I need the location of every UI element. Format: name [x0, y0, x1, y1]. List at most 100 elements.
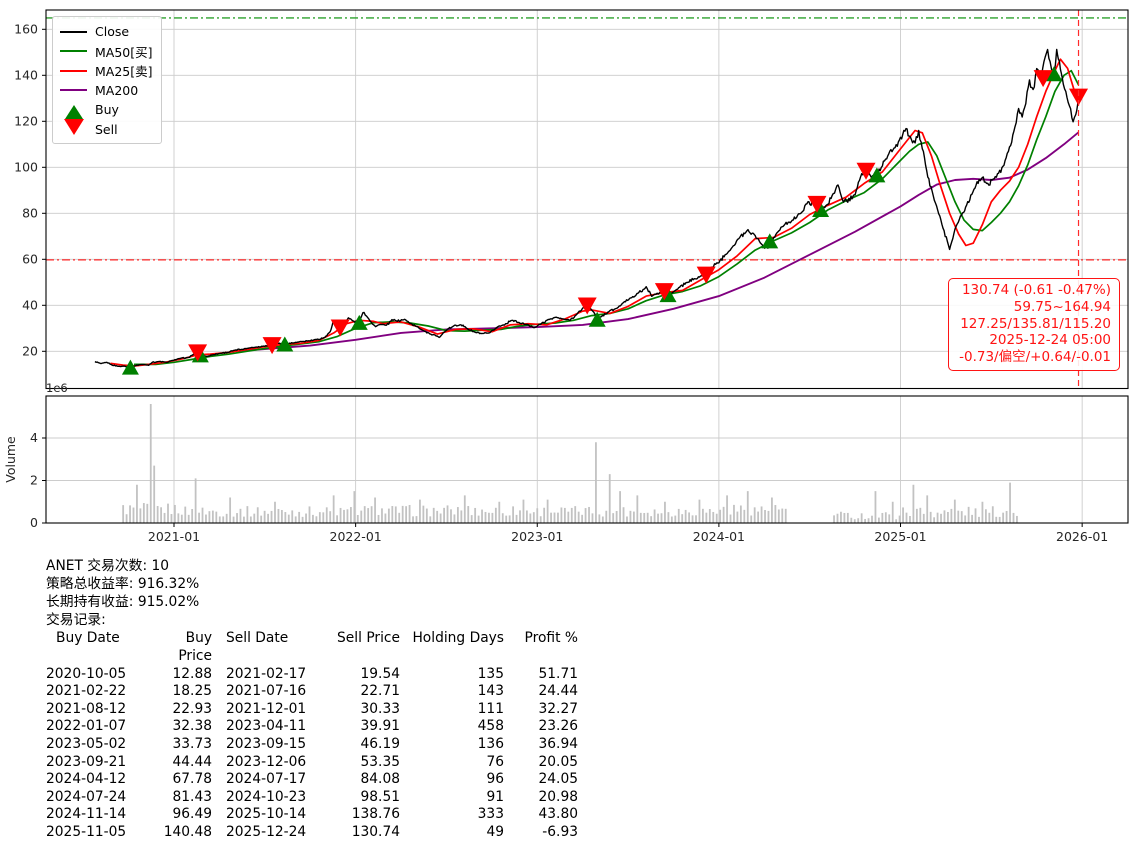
table-cell: 140.48 [163, 823, 212, 840]
table-cell: 30.33 [360, 700, 401, 717]
trade-table: Buy Date Buy Price Sell Date Sell Price Hold… [46, 630, 578, 841]
volume-bar [550, 512, 552, 523]
volume-bar [346, 509, 349, 523]
volume-bar [936, 512, 939, 523]
volume-bar [705, 512, 708, 523]
volume-bar [539, 516, 542, 523]
volume-bar [898, 515, 901, 523]
volume-bar [211, 510, 214, 523]
sell-triangle-icon [63, 119, 84, 136]
table-cell: 2025-12-24 [226, 823, 307, 840]
y-tick-label: 40 [22, 297, 38, 312]
volume-bar [953, 499, 956, 523]
table-cell: 18.25 [172, 683, 213, 700]
table-cell: 136 [477, 735, 504, 752]
volume-y-tick-label: 0 [30, 515, 38, 530]
volume-bar [125, 514, 128, 523]
volume-bar [632, 511, 635, 523]
volume-bar [184, 506, 187, 523]
volume-axis-title: Volume [3, 436, 18, 483]
volume-bar [695, 515, 697, 523]
table-cell: 98.51 [360, 788, 401, 805]
summary-line: 长期持有收益: 915.02% [46, 594, 200, 611]
volume-bar [456, 507, 459, 523]
table-cell: 49 [486, 823, 504, 840]
summary-lines: ANET 交易次数: 10 策略总收益率: 916.32% 长期持有收益: 915.… [46, 557, 578, 629]
table-cell: 135 [477, 665, 504, 682]
legend-item-ma50-: MA50[买] [60, 42, 153, 62]
volume-bar [363, 506, 366, 523]
volume-bar [881, 512, 884, 523]
volume-bar [163, 512, 166, 523]
volume-bar [488, 512, 490, 523]
volume-bar [874, 491, 877, 523]
annotation-line: 130.74 (-0.61 -0.47%) [961, 282, 1111, 298]
volume-bar [688, 512, 691, 523]
volume-bar [498, 501, 501, 523]
volume-bar [905, 512, 908, 523]
volume-bar [957, 510, 960, 523]
volume-bar [229, 497, 232, 523]
volume-bar [408, 504, 411, 523]
table-cell: 2021-02-22 [46, 683, 127, 700]
table-row: 2022-01-07 32.38 2023-04-11 39.91 458 23.26 [46, 718, 578, 736]
volume-bar [494, 507, 497, 523]
volume-bar [971, 514, 973, 523]
volume-bar [650, 516, 653, 523]
volume-bar [508, 515, 511, 523]
volume-bar [646, 512, 649, 523]
volume-bar [360, 510, 363, 523]
volume-bar [867, 518, 870, 523]
y-tick-label: 140 [14, 67, 38, 82]
volume-bar [201, 507, 204, 523]
volume-bar [370, 506, 373, 523]
volume-bar [477, 515, 480, 523]
volume-bar [850, 517, 853, 523]
volume-bar [667, 512, 670, 523]
volume-bar [225, 513, 228, 523]
table-cell: 2024-07-17 [226, 771, 307, 788]
legend-label: MA25[卖] [95, 64, 153, 80]
volume-bar [222, 516, 225, 523]
volume-bar [515, 514, 518, 523]
volume-bar [878, 517, 880, 523]
volume-bar [215, 511, 218, 523]
table-cell: 24.44 [538, 683, 579, 700]
volume-bar [512, 506, 515, 523]
volume-bar [312, 514, 314, 523]
volume-bar [218, 516, 221, 523]
volume-bar [277, 508, 280, 523]
volume-bar [398, 512, 401, 523]
table-cell: 2021-07-16 [226, 683, 307, 700]
volume-bar [960, 511, 963, 523]
legend-label: MA50[买] [95, 44, 153, 60]
table-cell: 2021-02-17 [226, 665, 307, 682]
volume-bar [726, 495, 728, 523]
volume-bar [253, 513, 256, 523]
summary-line: ANET 交易次数: 10 [46, 558, 170, 574]
trade-table-body: 2020-10-05 12.88 2021-02-17 19.54 135 51.71 20… [46, 666, 578, 842]
table-cell: 51.71 [538, 665, 579, 682]
y-tick-label: 20 [22, 343, 38, 358]
volume-bar [367, 508, 370, 523]
table-cell: 32.38 [172, 718, 213, 735]
legend-label: Sell [95, 121, 118, 137]
volume-bar [715, 513, 718, 523]
volume-bar [560, 507, 563, 523]
volume-bar [836, 513, 839, 523]
volume-bar [191, 509, 194, 523]
table-cell: 111 [477, 700, 504, 717]
table-cell: 2024-11-14 [46, 806, 127, 823]
volume-bar [384, 513, 387, 523]
volume-bar [712, 511, 715, 523]
volume-bar [308, 506, 311, 523]
summary-line: 交易记录: [46, 612, 106, 629]
volume-bar [843, 512, 846, 523]
table-row: 2021-08-12 22.93 2021-12-01 30.33 111 32.27 [46, 701, 578, 719]
volume-bar [432, 507, 435, 523]
y-tick-label: 80 [22, 205, 38, 220]
volume-bar [160, 507, 163, 523]
volume-y-tick-label: 4 [30, 430, 38, 445]
volume-bar [291, 510, 294, 523]
table-cell: 2023-04-11 [226, 718, 307, 735]
